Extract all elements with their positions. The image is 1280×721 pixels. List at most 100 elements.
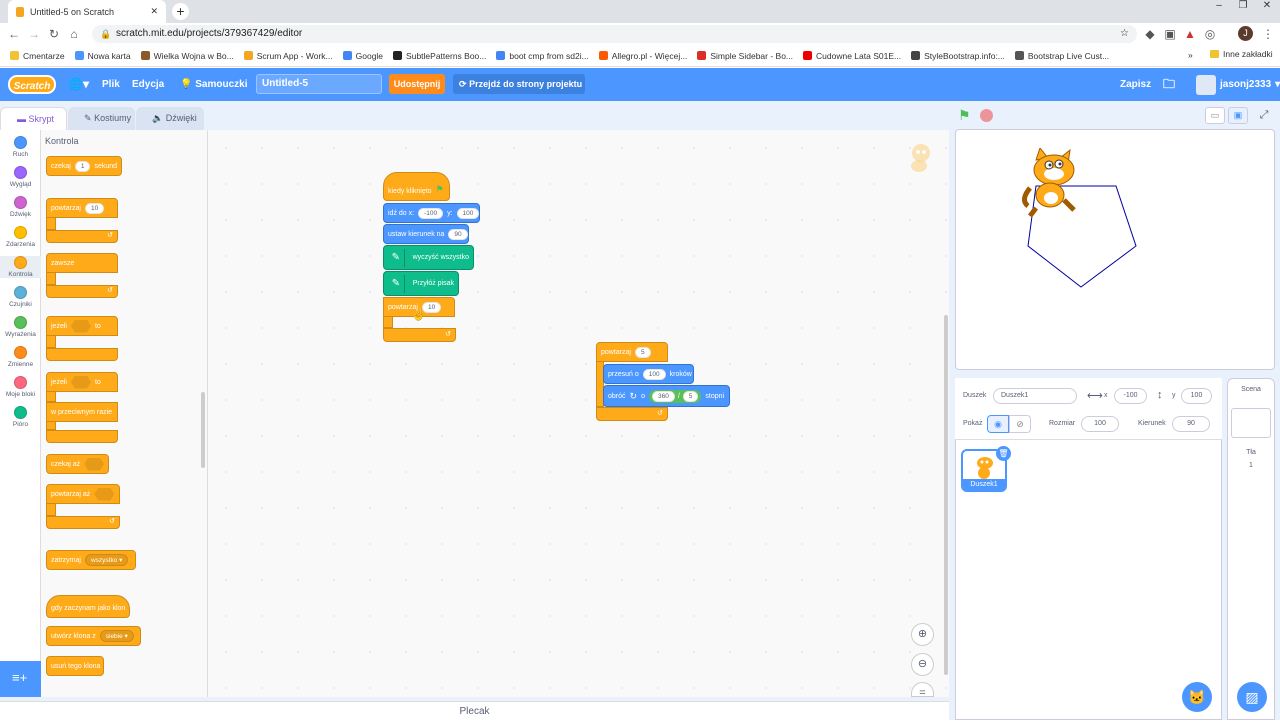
category-kontrola[interactable]: Kontrola [0, 256, 41, 278]
bookmark-item[interactable]: Wielka Wojna w Bo... [140, 51, 234, 61]
tab-code[interactable]: ▬ Skrypt [0, 107, 67, 130]
green-flag-icon[interactable]: ⚑ [958, 107, 971, 124]
bookmark-item[interactable]: Bootstrap Live Cust... [1014, 51, 1109, 61]
category-dźwięk[interactable]: Dźwięk [0, 196, 41, 218]
maximize-icon[interactable]: ❐ [1232, 0, 1254, 14]
bookmark-item[interactable]: Simple Sidebar - Bo... [697, 51, 793, 61]
add-sprite-cat-icon[interactable]: 🐱 [1182, 682, 1212, 712]
palette-block-wait-until[interactable]: czekaj aż [46, 454, 109, 474]
block-input[interactable]: 100 [642, 368, 666, 380]
category-czujniki[interactable]: Czujniki [0, 286, 41, 308]
delete-sprite-trash-icon[interactable]: 🗑 [996, 446, 1011, 461]
clone-dropdown[interactable]: siebie ▾ [99, 630, 134, 642]
bookmark-item[interactable]: Scrum App - Work... [243, 51, 333, 61]
block-input[interactable]: -100 [418, 207, 444, 219]
block-input[interactable]: 5 [634, 346, 651, 358]
block-input[interactable]: 90 [448, 228, 468, 240]
divide-operator-block[interactable]: 360/5 [648, 389, 702, 403]
bookmark-item[interactable]: boot cmp from sd2i... [496, 51, 589, 61]
when-flag-clicked-block[interactable]: kiedy kliknięto ⚑ [383, 172, 450, 201]
stop-dropdown[interactable]: wszystko ▾ [84, 554, 129, 566]
add-extension-button[interactable]: ≡+ [0, 661, 41, 697]
palette-scrollbar[interactable] [201, 392, 205, 468]
category-pióro[interactable]: Pióro [0, 406, 41, 428]
bookmark-item[interactable]: Allegro.pl - Więcej... [598, 51, 687, 61]
save-link[interactable]: Zapisz [1120, 68, 1151, 101]
palette-block-stop[interactable]: zatrzymaj wszystko ▾ [46, 550, 136, 570]
block-input[interactable]: 360 [651, 390, 675, 402]
profile-avatar[interactable]: J [1238, 26, 1253, 41]
category-wyrażenia[interactable]: Wyrażenia [0, 316, 41, 338]
tab-sounds[interactable]: 🔈 Dźwięki [136, 107, 204, 130]
bookmark-item[interactable]: Cmentarze [10, 51, 65, 61]
other-bookmarks[interactable]: Inne zakładki [1210, 49, 1273, 59]
tutorials-button[interactable]: 💡 Samouczki [180, 68, 247, 101]
add-backdrop-icon[interactable]: ▨ [1237, 682, 1267, 712]
tab-costumes[interactable]: ✎ Kostiumy [68, 107, 135, 130]
close-window-icon[interactable]: ✕ [1256, 0, 1278, 14]
scratch-logo[interactable]: Scratch [8, 75, 56, 94]
y-input[interactable]: 100 [1181, 388, 1212, 404]
zoom-in-icon[interactable]: ⊕ [911, 623, 934, 646]
code-workspace[interactable] [208, 130, 949, 697]
forward-icon[interactable]: → [24, 24, 44, 44]
palette-block-when-clone-start[interactable]: gdy zaczynam jako klon [46, 595, 130, 618]
back-icon[interactable]: ← [4, 24, 24, 44]
show-eye-icon[interactable]: ◉ [987, 415, 1009, 433]
url-input[interactable]: 🔒 scratch.mit.edu/projects/379367429/edi… [92, 25, 1137, 43]
point-in-direction-block[interactable]: ustaw kierunek na 90 [383, 224, 469, 244]
menu-dots-icon[interactable]: ⋮ [1258, 24, 1278, 44]
boolean-slot[interactable] [94, 487, 115, 501]
size-input[interactable]: 100 [1081, 416, 1119, 432]
x-input[interactable]: -100 [1114, 388, 1147, 404]
boolean-slot[interactable] [70, 319, 91, 333]
palette-block-delete-clone[interactable]: usuń tego klona [46, 656, 104, 676]
extension-icon[interactable]: ◆ [1140, 24, 1160, 44]
category-moje-bloki[interactable]: Moje bloki [0, 376, 41, 398]
new-tab-button[interactable]: + [172, 3, 189, 20]
move-steps-block[interactable]: przesuń o 100 kroków [603, 364, 694, 384]
palette-block-forever[interactable]: zawsze [46, 253, 118, 273]
pen-down-block[interactable]: ✎ Przyłóż pisak [383, 271, 459, 296]
workspace-scrollbar[interactable] [944, 315, 948, 675]
extension-icon[interactable]: ▣ [1160, 24, 1180, 44]
reload-icon[interactable]: ↻ [44, 24, 64, 44]
block-input[interactable]: 10 [84, 202, 105, 214]
turn-right-block[interactable]: obróć ↻ o 360/5 stopni [603, 385, 730, 407]
block-input[interactable]: 5 [682, 390, 699, 402]
block-input[interactable]: 100 [456, 207, 480, 219]
palette-block-if[interactable]: jeżeli to [46, 316, 118, 336]
language-globe-icon[interactable]: 🌐▾ [68, 68, 89, 101]
zoom-out-icon[interactable]: ⊖ [911, 653, 934, 676]
menu-edit[interactable]: Edycja [132, 68, 164, 101]
more-bookmarks-icon[interactable]: » [1188, 50, 1193, 60]
small-stage-icon[interactable]: ▭ [1205, 107, 1225, 124]
account-menu[interactable]: jasonj2333 ▾ [1196, 68, 1280, 101]
bookmark-item[interactable]: StyleBootstrap.info:... [911, 51, 1005, 61]
palette-block-repeat[interactable]: powtarzaj 10 [46, 198, 118, 218]
repeat-block[interactable]: powtarzaj 5 [596, 342, 668, 362]
cat-sprite[interactable] [1016, 146, 1086, 220]
share-button[interactable]: Udostępnij [389, 74, 445, 94]
stage-thumbnail[interactable] [1231, 408, 1271, 438]
fullscreen-icon[interactable]: ⤢ [1254, 107, 1274, 124]
project-title-input[interactable]: Untitled-5 [256, 74, 382, 94]
menu-file[interactable]: Plik [102, 68, 120, 101]
palette-block-repeat-until[interactable]: powtarzaj aż [46, 484, 120, 504]
block-input[interactable]: 1 [74, 160, 91, 172]
tab-close-icon[interactable]: ✕ [150, 6, 158, 17]
bookmark-item[interactable]: Cudowne Lata S01E... [803, 51, 901, 61]
browser-tab[interactable]: Untitled-5 on Scratch ✕ [8, 0, 166, 23]
category-ruch[interactable]: Ruch [0, 136, 41, 158]
category-zmienne[interactable]: Zmienne [0, 346, 41, 368]
minimize-icon[interactable]: – [1208, 0, 1230, 14]
star-icon[interactable]: ☆ [1120, 25, 1129, 43]
extension-icon[interactable]: ◎ [1200, 24, 1220, 44]
backpack-bar[interactable]: Plecak [0, 701, 949, 720]
home-icon[interactable]: ⌂ [64, 24, 84, 44]
palette-block-wait[interactable]: czekaj 1 sekund [46, 156, 122, 176]
stop-sign-icon[interactable] [980, 109, 993, 122]
sprite-name-input[interactable]: Duszek1 [993, 388, 1077, 404]
category-zdarzenia[interactable]: Zdarzenia [0, 226, 41, 248]
palette-block-if-else[interactable]: jeżeli to [46, 372, 118, 392]
